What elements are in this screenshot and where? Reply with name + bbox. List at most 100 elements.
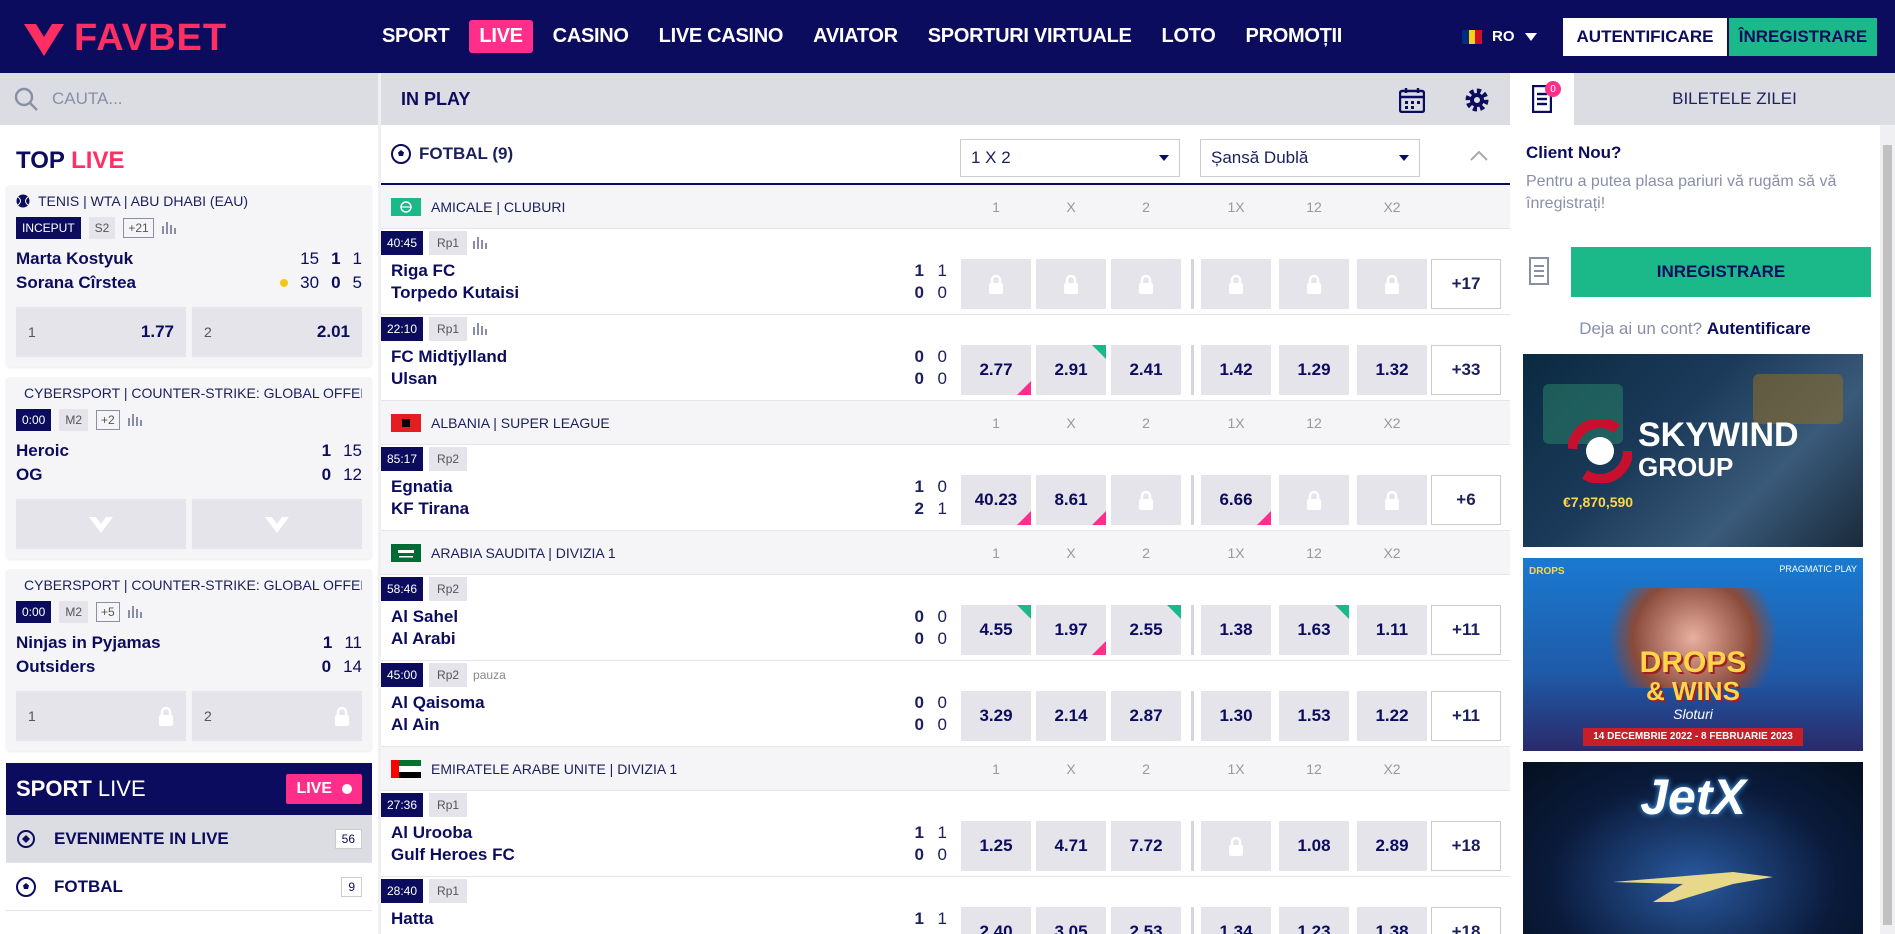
match-row[interactable]: 40:45 Rp1 Riga FC Torpedo Kutaisi 1 1 0 0 +17: [381, 229, 1510, 315]
drops-wins-banner[interactable]: DROPS PRAGMATIC PLAY DROPS & WINS Slotur…: [1523, 558, 1863, 751]
market-select-double-chance[interactable]: Șansă Dublă: [1200, 139, 1420, 177]
nav-live-casino[interactable]: LIVE CASINO: [649, 20, 794, 53]
login-button[interactable]: AUTENTIFICARE: [1563, 18, 1727, 56]
odd-button[interactable]: 1.23: [1279, 907, 1349, 934]
odd-button[interactable]: 1.38: [1357, 907, 1427, 934]
calendar-icon[interactable]: [1399, 87, 1425, 113]
odd-button[interactable]: 8.61: [1036, 475, 1106, 525]
nav-live[interactable]: LIVE: [469, 20, 533, 53]
nav-promotii[interactable]: PROMOȚII: [1236, 20, 1353, 53]
skywind-banner[interactable]: SKYWIND GROUP €7,870,590: [1523, 354, 1863, 547]
more-markets-badge[interactable]: +2: [96, 410, 120, 430]
scrollbar-thumb[interactable]: [1883, 145, 1892, 925]
odd-button[interactable]: 2.41: [1111, 345, 1181, 395]
odd-button-locked[interactable]: [1201, 821, 1271, 871]
odd-button[interactable]: 2.40: [961, 907, 1031, 934]
odd-button[interactable]: 1.30: [1201, 691, 1271, 741]
odd-button[interactable]: 1.53: [1279, 691, 1349, 741]
odd-button-locked[interactable]: [1279, 475, 1349, 525]
team-away[interactable]: Al Arabi: [391, 629, 456, 649]
language-selector[interactable]: RO: [1462, 28, 1537, 45]
register-button[interactable]: ÎNREGISTRARE: [1729, 18, 1877, 56]
nav-loto[interactable]: LOTO: [1152, 20, 1226, 53]
team-away[interactable]: Torpedo Kutaisi: [391, 283, 519, 303]
odd-button[interactable]: 1.25: [961, 821, 1031, 871]
odd-button[interactable]: 1.08: [1279, 821, 1349, 871]
odd-button-locked[interactable]: 1: [16, 691, 186, 741]
gear-icon[interactable]: [1464, 87, 1490, 113]
team-home[interactable]: Al Qaisoma: [391, 693, 485, 713]
odd-button[interactable]: 2.89: [1357, 821, 1427, 871]
odd-button[interactable]: 3.05: [1036, 907, 1106, 934]
scrollbar[interactable]: [1880, 125, 1895, 934]
market-select-1x2[interactable]: 1 X 2: [960, 139, 1180, 177]
odd-button[interactable]: 1.32: [1357, 345, 1427, 395]
odd-button[interactable]: 4.55: [961, 605, 1031, 655]
odd-button-locked[interactable]: 2: [192, 691, 362, 741]
odd-button[interactable]: 6.66: [1201, 475, 1271, 525]
more-markets-button[interactable]: +18: [1431, 907, 1501, 934]
stats-icon[interactable]: [127, 414, 142, 426]
match-row[interactable]: 27:36 Rp1 Al Urooba Gulf Heroes FC 1 1 0 0 1.25 4…: [381, 791, 1510, 877]
more-markets-button[interactable]: +11: [1431, 605, 1501, 655]
search-input[interactable]: CAUTA...: [52, 89, 123, 109]
match-row[interactable]: 85:17 Rp2 Egnatia KF Tirana 1 0 2 1 40.23 8.61 6.6…: [381, 445, 1510, 531]
odd-button-locked[interactable]: [1036, 259, 1106, 309]
odd-button-locked[interactable]: [1111, 259, 1181, 309]
odd-button[interactable]: 2.14: [1036, 691, 1106, 741]
odd-button[interactable]: 1.38: [1201, 605, 1271, 655]
login-link[interactable]: Autentificare: [1707, 319, 1811, 338]
jetx-banner[interactable]: JetX: [1523, 762, 1863, 934]
odd-button-locked[interactable]: [1357, 475, 1427, 525]
nav-sporturi-virtuale[interactable]: SPORTURI VIRTUALE: [918, 20, 1142, 53]
odd-button-locked[interactable]: [1201, 259, 1271, 309]
odd-button-locked[interactable]: [1111, 475, 1181, 525]
odd-button[interactable]: 1.29: [1279, 345, 1349, 395]
team-home[interactable]: Hatta: [391, 909, 434, 929]
odd-button[interactable]: 2.91: [1036, 345, 1106, 395]
odd-button[interactable]: 1.42: [1201, 345, 1271, 395]
stats-icon[interactable]: [473, 237, 488, 249]
league-header[interactable]: ARABIA SAUDITA | DIVIZIA 1 1 X 2 1X 12 X2: [381, 531, 1510, 575]
stats-icon[interactable]: [473, 323, 488, 335]
team-home[interactable]: Al Sahel: [391, 607, 458, 627]
odd-button[interactable]: 7.72: [1111, 821, 1181, 871]
nav-aviator[interactable]: AVIATOR: [803, 20, 908, 53]
match-row[interactable]: 58:46 Rp2 Al Sahel Al Arabi 0 0 0 0 4.55 1.97 2.55…: [381, 575, 1510, 661]
live-event-card[interactable]: CYBERSPORT | COUNTER-STRIKE: GLOBAL OFFE…: [6, 377, 372, 559]
stats-icon[interactable]: [127, 606, 142, 618]
team-away[interactable]: KF Tirana: [391, 499, 469, 519]
search-bar[interactable]: CAUTA...: [0, 73, 378, 125]
odd-button[interactable]: 3.29: [961, 691, 1031, 741]
sidebar-item-live-events[interactable]: EVENIMENTE IN LIVE 56: [6, 815, 372, 863]
betslip-tab[interactable]: 0: [1510, 73, 1574, 125]
team-away[interactable]: Gulf Heroes FC: [391, 845, 515, 865]
more-markets-badge[interactable]: +21: [123, 218, 154, 238]
nav-casino[interactable]: CASINO: [543, 20, 639, 53]
odd-button[interactable]: 1.97: [1036, 605, 1106, 655]
match-row[interactable]: 22:10 Rp1 FC Midtjylland Ulsan 0 0 0 0 2.77 2.91 2…: [381, 315, 1510, 401]
odd-button-suspended[interactable]: [192, 499, 362, 549]
odd-button-suspended[interactable]: [16, 499, 186, 549]
match-row[interactable]: 28:40 Rp1 Hatta 1 1 2.40 3.05 2.53 1.34 1.23 1.38 +…: [381, 877, 1510, 934]
live-event-card[interactable]: CYBERSPORT | COUNTER-STRIKE: GLOBAL OFFE…: [6, 569, 372, 751]
more-markets-button[interactable]: +11: [1431, 691, 1501, 741]
team-home[interactable]: Riga FC: [391, 261, 455, 281]
league-header[interactable]: EMIRATELE ARABE UNITE | DIVIZIA 1 1 X 2 1X 12…: [381, 747, 1510, 791]
stats-icon[interactable]: [161, 222, 176, 234]
team-home[interactable]: FC Midtjylland: [391, 347, 507, 367]
odd-button[interactable]: 1.11: [1357, 605, 1427, 655]
league-header[interactable]: AMICALE | CLUBURI 1 X 2 1X 12 X2: [381, 185, 1510, 229]
odd-button-locked[interactable]: [1279, 259, 1349, 309]
odd-button-locked[interactable]: [1357, 259, 1427, 309]
more-markets-button[interactable]: +6: [1431, 475, 1501, 525]
favbet-logo[interactable]: FAVBET: [24, 17, 227, 60]
odd-button[interactable]: 2.87: [1111, 691, 1181, 741]
odd-button-locked[interactable]: [961, 259, 1031, 309]
nav-sport[interactable]: SPORT: [372, 20, 459, 53]
odd-button[interactable]: 40.23: [961, 475, 1031, 525]
odd-button[interactable]: 2.53: [1111, 907, 1181, 934]
team-away[interactable]: Al Ain: [391, 715, 439, 735]
match-row[interactable]: 45:00 Rp2 pauza Al Qaisoma Al Ain 0 0 0 0 3.29 2.1…: [381, 661, 1510, 747]
collapse-icon[interactable]: [1470, 151, 1488, 161]
